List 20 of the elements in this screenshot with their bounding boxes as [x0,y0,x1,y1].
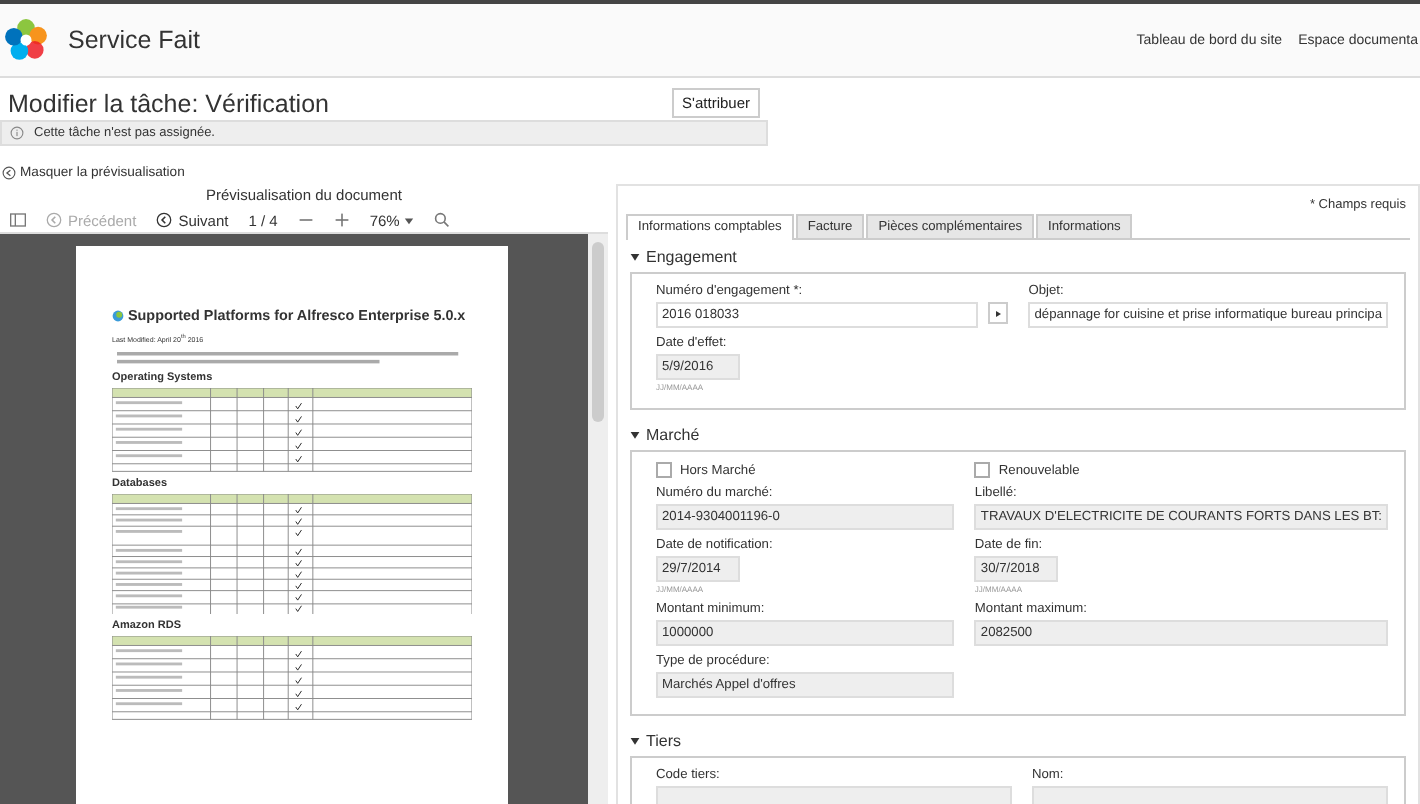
caret-icon [630,736,640,746]
caret-icon [403,215,414,225]
caret-icon [630,430,640,440]
scrollbar[interactable] [588,234,608,804]
sidebar-icon[interactable] [10,212,26,228]
collapse-icon [2,166,16,180]
page-title: Modifier la tâche: Vérification [8,89,329,117]
next-icon [156,212,173,228]
logo-icon [112,309,124,321]
site-title: Service Fait [68,26,200,54]
info-icon [10,126,24,140]
caret-icon [992,307,1005,319]
caret-icon [630,252,640,262]
search-icon[interactable] [433,212,450,228]
section-header[interactable]: Engagement [630,240,737,272]
section-header[interactable]: Tiers [630,724,681,756]
section-header[interactable]: Marché [630,418,700,450]
zoom-in-icon[interactable] [333,212,350,228]
previous-icon [46,212,62,228]
picker-button[interactable] [988,302,1009,324]
